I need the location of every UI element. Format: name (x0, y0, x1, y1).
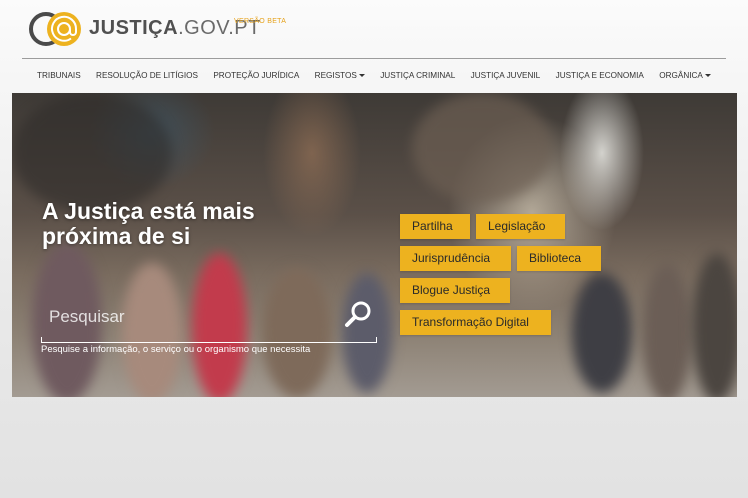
tag-transformacao-digital[interactable]: Transformação Digital (400, 310, 551, 335)
tag-partilha[interactable]: Partilha (400, 214, 470, 239)
nav-label: JUSTIÇA CRIMINAL (380, 70, 456, 80)
nav-label: REGISTOS (314, 70, 357, 80)
hero-title-line-2: próxima de si (42, 223, 191, 249)
tag-blogue-justica[interactable]: Blogue Justiça (400, 278, 510, 303)
background-blur-shape (412, 93, 552, 203)
nav-label: PROTEÇÃO JURÍDICA (213, 70, 300, 80)
nav-label: JUSTIÇA E ECONOMIA (555, 70, 644, 80)
nav-item-tribunais[interactable]: TRIBUNAIS (37, 71, 81, 80)
search-box (41, 293, 377, 343)
caret-down-icon (358, 73, 365, 77)
search-input[interactable] (41, 305, 357, 329)
nav-item-protecao-juridica[interactable]: PROTEÇÃO JURÍDICA (213, 71, 299, 80)
caret-down-icon (704, 73, 711, 77)
search-underline (41, 337, 377, 343)
tag-legislacao[interactable]: Legislação (476, 214, 565, 239)
tag-jurisprudencia[interactable]: Jurisprudência (400, 246, 511, 271)
hero-title-line-1: A Justiça está mais (42, 198, 255, 224)
background-blur-shape (572, 273, 632, 393)
nav-label: JUSTIÇA JUVENIL (470, 70, 541, 80)
nav-item-resolucao-de-litigios[interactable]: RESOLUÇÃO DE LITÍGIOS (96, 71, 198, 80)
nav-item-organica[interactable]: ORGÂNICA (659, 71, 711, 80)
brand-bold: JUSTIÇA (89, 17, 179, 39)
background-blur-shape (12, 93, 172, 213)
nav-label: ORGÂNICA (659, 70, 703, 80)
nav-item-registos[interactable]: REGISTOS (315, 71, 365, 80)
hero-banner: A Justiça está mais próxima de si Pesqui… (12, 93, 737, 397)
nav-item-justica-criminal[interactable]: JUSTIÇA CRIMINAL (380, 71, 455, 80)
background-blur-shape (642, 263, 692, 397)
search-icon[interactable] (343, 299, 373, 329)
main-navigation: TRIBUNAIS RESOLUÇÃO DE LITÍGIOS PROTEÇÃO… (22, 60, 726, 90)
nav-label: RESOLUÇÃO DE LITÍGIOS (96, 70, 198, 80)
hero-title: A Justiça está mais próxima de si (42, 199, 255, 249)
site-header: JUSTIÇA.GOV.PT VERSÃO BETA (0, 0, 748, 58)
background-blur-shape (692, 253, 737, 397)
at-sign-logo-icon[interactable] (28, 9, 84, 49)
header-divider (22, 58, 726, 59)
tag-biblioteca[interactable]: Biblioteca (517, 246, 601, 271)
nav-item-justica-e-economia[interactable]: JUSTIÇA E ECONOMIA (556, 71, 644, 80)
nav-label: TRIBUNAIS (37, 70, 81, 80)
nav-item-justica-juvenil[interactable]: JUSTIÇA JUVENIL (471, 71, 541, 80)
search-help-text: Pesquise a informação, o serviço ou o or… (41, 344, 311, 355)
beta-badge: VERSÃO BETA (234, 18, 287, 25)
